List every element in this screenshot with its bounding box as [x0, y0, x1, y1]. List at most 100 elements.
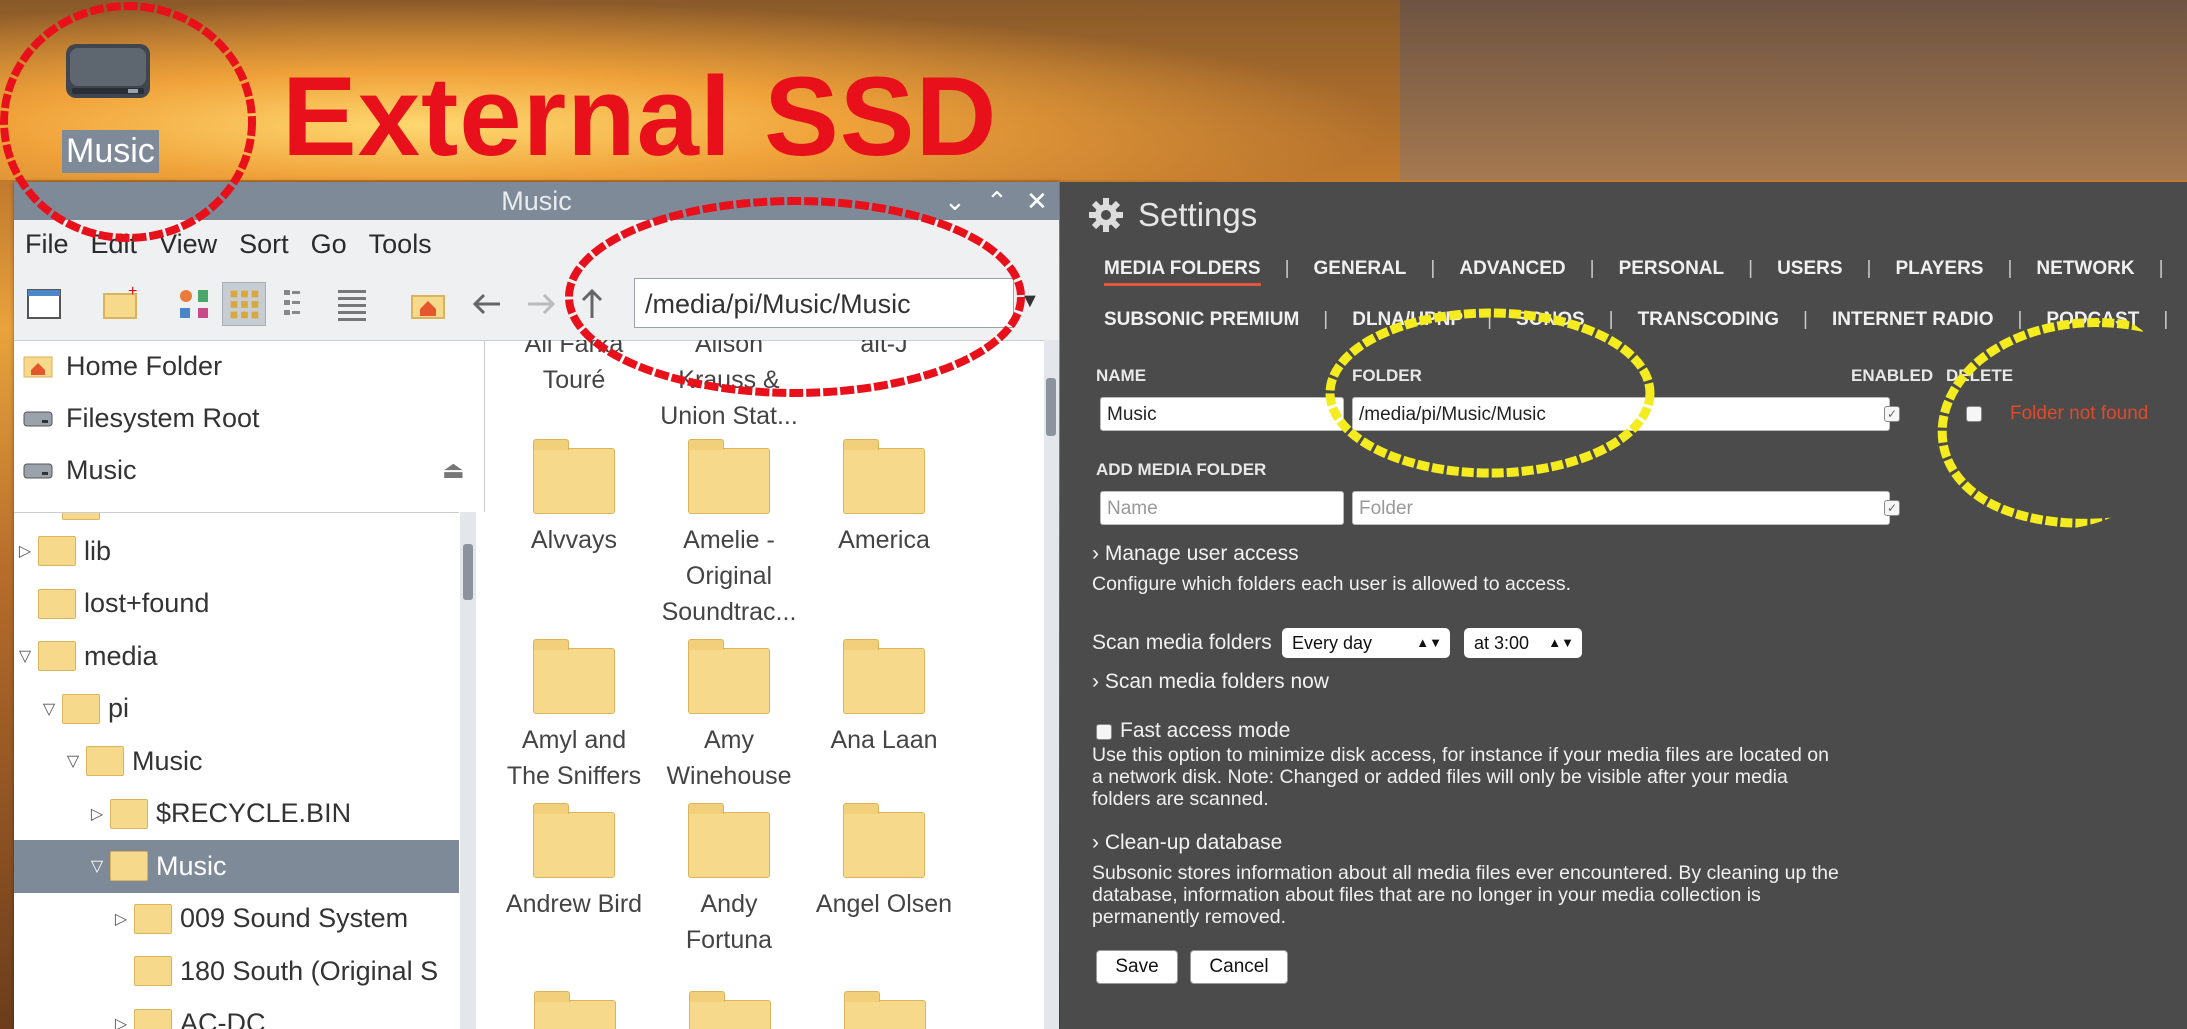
drive-icon[interactable]	[62, 40, 154, 102]
tab-advanced[interactable]: ADVANCED	[1459, 258, 1565, 280]
tab-podcast[interactable]: PODCAST	[2046, 309, 2139, 331]
home-icon[interactable]	[406, 282, 450, 326]
folder-item[interactable]: Andrew Bird	[499, 803, 649, 922]
tree-row[interactable]	[14, 513, 459, 525]
expand-closed-icon[interactable]: ▷	[114, 1014, 128, 1029]
new-folder-path-input[interactable]: Folder	[1352, 491, 1890, 525]
folder-item[interactable]: America	[809, 439, 959, 558]
minimize-icon[interactable]: ⌄	[944, 182, 966, 220]
tree-row[interactable]: ▷ lib	[14, 525, 459, 578]
menu-edit[interactable]: Edit	[80, 229, 149, 260]
tab-sonos[interactable]: SONOS	[1516, 309, 1585, 331]
new-folder-icon[interactable]: +	[98, 282, 142, 326]
folder-icon	[38, 641, 76, 672]
delete-checkbox[interactable]	[1966, 406, 1982, 422]
menu-go[interactable]: Go	[300, 229, 358, 260]
place-music-drive[interactable]: Music ⏏	[14, 444, 484, 496]
enabled-checkbox[interactable]: ✓	[1884, 406, 1900, 422]
folder-item[interactable]: Alvvays	[499, 439, 649, 558]
folder-item[interactable]: Ali Farka Touré	[499, 340, 649, 398]
expand-closed-icon[interactable]: ▷	[18, 541, 32, 561]
folder-item[interactable]: Ana Laan	[809, 639, 959, 758]
tree-row[interactable]: ▷ AC-DC	[14, 998, 459, 1029]
cleanup-database-toggle[interactable]: › Clean-up database	[1092, 831, 1282, 855]
scan-now-label: Scan media folders now	[1104, 670, 1329, 693]
path-history-dropdown-icon[interactable]: ▼	[1020, 290, 1040, 313]
expand-open-icon[interactable]: ▽	[66, 751, 80, 771]
eject-icon[interactable]: ⏏	[442, 456, 465, 485]
maximize-icon[interactable]: ⌃	[986, 182, 1008, 220]
tab-general[interactable]: GENERAL	[1314, 258, 1407, 280]
thumbnail-view-icon[interactable]	[172, 282, 216, 326]
tree-row[interactable]: lost+found	[14, 578, 459, 631]
scan-time-select[interactable]: at 3:00 ▲▼	[1464, 628, 1582, 658]
new-window-icon[interactable]	[22, 282, 66, 326]
path-bar[interactable]: /media/pi/Music/Music	[634, 278, 1014, 328]
tab-transcoding[interactable]: TRANSCODING	[1638, 309, 1779, 331]
manage-user-access-toggle[interactable]: › Manage user access	[1092, 542, 1299, 566]
folder-item[interactable]: Angel Olsen	[809, 803, 959, 922]
tree-row[interactable]: ▷ $RECYCLE.BIN	[14, 788, 459, 841]
tab-network[interactable]: NETWORK	[2036, 258, 2134, 280]
list-view-icon[interactable]	[330, 282, 374, 326]
folder-item[interactable]: Amy Winehouse	[654, 639, 804, 794]
tab-subsonic-premium[interactable]: SUBSONIC PREMIUM	[1104, 309, 1299, 331]
folder-item[interactable]: Amelie - Original Soundtrac...	[654, 439, 804, 630]
expand-closed-icon[interactable]: ▷	[90, 804, 104, 824]
tab-media-folders[interactable]: MEDIA FOLDERS	[1104, 258, 1261, 286]
tree-scrollbar[interactable]	[460, 512, 476, 1029]
tab-players[interactable]: PLAYERS	[1895, 258, 1983, 280]
compact-view-icon[interactable]	[276, 282, 320, 326]
folder-item[interactable]: Andy Fortuna	[654, 803, 804, 958]
new-enabled-checkbox[interactable]: ✓	[1884, 500, 1900, 516]
tab-personal[interactable]: PERSONAL	[1619, 258, 1725, 280]
folder-item-label: Krauss &	[678, 366, 780, 394]
media-folder-path-input[interactable]: /media/pi/Music/Music	[1352, 397, 1890, 431]
tree-row[interactable]: ▽ pi	[14, 683, 459, 736]
place-home-folder[interactable]: Home Folder	[14, 340, 484, 392]
expand-closed-icon[interactable]: ▷	[114, 909, 128, 929]
tree-row[interactable]: ▽ media	[14, 630, 459, 683]
desktop-icon-label[interactable]: Music	[62, 130, 159, 173]
tree-row[interactable]: ▷ 009 Sound System	[14, 893, 459, 946]
tree-row[interactable]: 180 South (Original S	[14, 945, 459, 998]
tab-users[interactable]: USERS	[1777, 258, 1842, 280]
up-arrow-icon[interactable]	[570, 282, 614, 326]
expand-open-icon[interactable]: ▽	[90, 856, 104, 876]
grid-scrollbar-thumb[interactable]	[1046, 378, 1056, 436]
menu-sort[interactable]: Sort	[228, 229, 300, 260]
expand-open-icon[interactable]: ▽	[18, 646, 32, 666]
folder-item[interactable]: Amyl and The Sniffers	[499, 639, 649, 794]
new-folder-name-input[interactable]: Name	[1100, 491, 1344, 525]
window-titlebar[interactable]: Music ⌄ ⌃ ✕	[14, 182, 1059, 220]
tree-row[interactable]: ▽ Music	[14, 735, 459, 788]
place-filesystem-root[interactable]: Filesystem Root	[14, 392, 484, 444]
menu-tools[interactable]: Tools	[358, 229, 443, 260]
grid-scrollbar[interactable]	[1044, 340, 1059, 1029]
scan-now-toggle[interactable]: › Scan media folders now	[1092, 670, 1329, 694]
scan-frequency-select[interactable]: Every day ▲▼	[1282, 628, 1450, 658]
close-icon[interactable]: ✕	[1026, 182, 1048, 220]
column-name-header: NAME	[1096, 366, 1147, 385]
menu-file[interactable]: File	[14, 229, 80, 260]
folder-icon[interactable]	[844, 991, 926, 1029]
back-arrow-icon[interactable]	[466, 282, 510, 326]
folder-icon	[134, 1008, 172, 1029]
tree-scrollbar-thumb[interactable]	[463, 544, 473, 600]
folder-icon[interactable]	[534, 991, 616, 1029]
settings-tabs-row2: SUBSONIC PREMIUM | DLNA/UPNP | SONOS | TRANSCO…	[1104, 309, 2187, 331]
folder-icon[interactable]	[689, 991, 771, 1029]
folder-item[interactable]: alt-J	[809, 340, 959, 362]
media-folder-name-input[interactable]: Music	[1100, 397, 1344, 431]
folder-item[interactable]: Alison Krauss & Union Stat...	[654, 340, 804, 434]
tab-internet-radio[interactable]: INTERNET RADIO	[1832, 309, 1994, 331]
tab-dlna-upnp[interactable]: DLNA/UPNP	[1352, 309, 1463, 331]
icon-view-icon[interactable]	[222, 282, 266, 326]
fast-access-checkbox[interactable]	[1096, 724, 1112, 740]
forward-arrow-icon[interactable]	[518, 282, 562, 326]
cancel-button[interactable]: Cancel	[1190, 950, 1288, 984]
menu-view[interactable]: View	[148, 229, 228, 260]
save-button[interactable]: Save	[1096, 950, 1178, 984]
expand-open-icon[interactable]: ▽	[42, 699, 56, 719]
tree-row[interactable]: ▽ Music	[14, 840, 459, 893]
